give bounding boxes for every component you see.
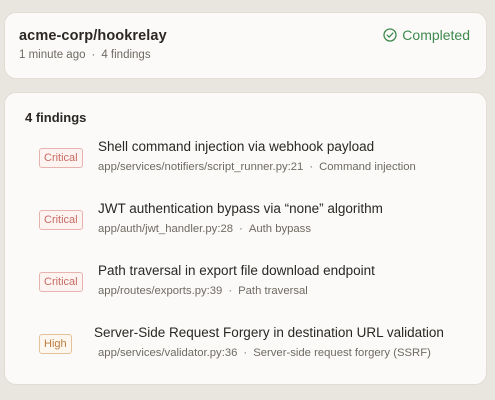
finding-location: app/auth/jwt_handler.py:28: [98, 223, 234, 235]
finding-row[interactable]: High Server-Side Request Forgery in dest…: [5, 323, 486, 373]
finding-row[interactable]: Critical JWT authentication bypass via “…: [5, 199, 486, 249]
status-label: Completed: [402, 27, 470, 43]
meta-separator: ·: [228, 285, 233, 297]
finding-row[interactable]: Critical Path traversal in export file d…: [5, 261, 486, 311]
finding-title[interactable]: JWT authentication bypass via “none” alg…: [98, 201, 383, 216]
finding-title[interactable]: Server-Side Request Forgery in destinati…: [94, 325, 444, 340]
finding-title[interactable]: Path traversal in export file download e…: [98, 263, 375, 278]
finding-location: app/services/notifiers/script_runner.py:…: [98, 161, 304, 173]
findings-count: 4 findings: [101, 49, 151, 61]
finding-category: Server-side request forgery (SSRF): [253, 347, 431, 359]
severity-badge: Critical: [39, 210, 83, 230]
severity-badge: Critical: [39, 148, 83, 168]
scan-meta: 1 minute ago · 4 findings: [19, 49, 151, 61]
meta-separator: ·: [239, 223, 243, 235]
finding-category: Auth bypass: [248, 223, 311, 235]
severity-badge: Critical: [39, 272, 83, 292]
finding-category: Path traversal: [238, 285, 308, 297]
meta-separator: ·: [243, 347, 248, 359]
finding-meta: app/services/notifiers/script_runner.py:…: [98, 161, 416, 173]
finding-location: app/routes/exports.py:39: [98, 285, 223, 297]
status-badge: Completed: [383, 27, 470, 43]
findings-panel: 4 findings Critical Shell command inject…: [4, 92, 487, 385]
findings-title: 4 findings: [25, 110, 87, 125]
finding-title[interactable]: Shell command injection via webhook payl…: [98, 139, 374, 154]
finding-row[interactable]: Critical Shell command injection via web…: [5, 137, 486, 187]
check-circle-icon: [383, 28, 397, 42]
scan-header-card: acme-corp/hookrelay 1 minute ago · 4 findi…: [4, 12, 487, 79]
finding-meta: app/services/validator.py:36 · Server-side…: [98, 347, 431, 359]
scan-time: 1 minute ago: [19, 49, 86, 61]
severity-badge: High: [39, 334, 72, 354]
finding-category: Command injection: [319, 161, 416, 173]
finding-location: app/services/validator.py:36: [98, 347, 238, 359]
meta-separator: ·: [309, 161, 314, 173]
finding-meta: app/routes/exports.py:39 · Path traversal: [98, 285, 308, 297]
repo-name[interactable]: acme-corp/hookrelay: [19, 28, 167, 44]
finding-meta: app/auth/jwt_handler.py:28 · Auth bypass: [98, 223, 311, 235]
meta-separator: ·: [91, 49, 96, 61]
